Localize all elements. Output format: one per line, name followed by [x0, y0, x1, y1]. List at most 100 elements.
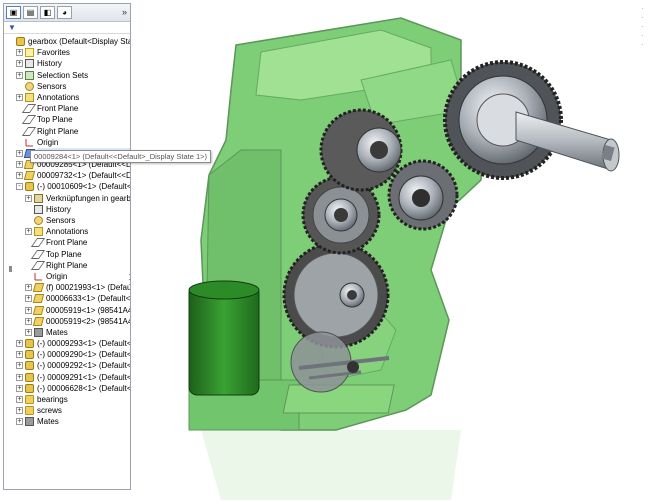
tree-item[interactable]: +00005919<1> (98541A410 — [4, 305, 130, 316]
tree-item-label: (f) 00021993<1> (Default< — [46, 283, 131, 293]
expand-toggle-icon[interactable]: + — [25, 317, 32, 325]
fav-icon — [25, 48, 34, 58]
configuration-manager-tab[interactable]: ◧ — [40, 6, 55, 19]
tree-item[interactable]: + (-) 00009290<1> (Default<Dis — [4, 349, 130, 360]
tree-item-label: (-) 00009291<1> (Default<Dis — [37, 372, 131, 382]
tree-item-label: gearbox (Default<Display State- — [28, 37, 131, 46]
tree-item[interactable]: + bearings — [4, 394, 130, 405]
tree-item[interactable]: + History — [4, 58, 130, 69]
tree-item-label: Right Plane — [46, 260, 88, 270]
expand-toggle-icon[interactable]: + — [16, 161, 23, 169]
collapse-toggle-icon[interactable]: - — [16, 183, 23, 191]
tree-item-label: Sensors — [46, 216, 76, 225]
tree-item[interactable]: Front Plane — [4, 237, 130, 248]
expand-toggle-icon[interactable]: + — [16, 384, 23, 392]
tree-item[interactable]: + (f) 00021993<1> (Default< — [4, 282, 130, 293]
tree-item[interactable]: + Annotations — [4, 92, 130, 103]
part-icon — [32, 316, 45, 326]
expand-toggle-icon[interactable]: + — [25, 306, 32, 314]
tree-item-label: History — [46, 204, 71, 214]
asm-icon — [25, 182, 34, 192]
plane-icon — [21, 115, 37, 125]
filter-icon[interactable]: ▼ — [8, 23, 16, 32]
origin-icon — [34, 272, 43, 281]
tree-item-label: bearings — [37, 395, 68, 404]
tree-item[interactable]: + Annotations — [4, 226, 130, 237]
tree-item[interactable]: Origin — [4, 137, 130, 148]
expand-toggle-icon[interactable]: + — [25, 194, 32, 202]
tree-item-label: Top Plane — [46, 249, 82, 259]
display-manager-tab[interactable]: ◕ — [57, 6, 72, 19]
filter-bar: ▼ — [4, 22, 130, 34]
tree-item[interactable]: Top Plane — [4, 249, 130, 260]
expand-toggle-icon[interactable]: + — [16, 362, 23, 370]
tree-item[interactable]: + (-) 00009292<1> (Default<Dis — [4, 360, 130, 371]
expand-toggle-icon[interactable]: + — [16, 71, 23, 79]
asm-icon — [25, 372, 34, 382]
tree-item[interactable]: +00009732<1> (Default<<Defa — [4, 170, 130, 181]
expand-toggle-icon[interactable]: + — [16, 373, 23, 381]
tree-item[interactable]: History — [4, 204, 130, 215]
tree-item[interactable]: Right Plane — [4, 260, 130, 271]
tree-item[interactable]: Top Plane — [4, 114, 130, 125]
tree-item[interactable]: +00006633<1> (Default<<D — [4, 293, 130, 304]
expand-toggle-icon[interactable]: + — [16, 172, 23, 180]
expand-toggle-icon[interactable]: + — [16, 396, 23, 403]
mates-icon — [25, 417, 34, 427]
expand-toggle-icon[interactable]: + — [16, 149, 23, 157]
hist-icon — [25, 59, 34, 69]
feature-manager-tab[interactable]: ▣ — [6, 6, 21, 19]
link-icon — [34, 193, 43, 203]
expand-toggle-icon[interactable]: + — [16, 340, 23, 348]
expand-toggle-icon[interactable]: + — [25, 284, 32, 292]
tree-item[interactable]: Right Plane — [4, 126, 130, 137]
tabbar-more-button[interactable]: » — [122, 7, 127, 17]
tree-item[interactable]: + Favorites — [4, 47, 130, 58]
graphics-area[interactable]: · · · · · — [131, 0, 660, 500]
asm-icon — [16, 37, 25, 46]
tree-item[interactable]: + Mates — [4, 416, 130, 427]
tree-item-label: Origin — [46, 271, 68, 281]
expand-toggle-icon[interactable]: + — [25, 228, 32, 236]
tree-item[interactable]: +00005919<2> (98541A410 — [4, 316, 130, 327]
tree-item[interactable]: + screws — [4, 405, 130, 416]
folder-icon — [25, 406, 34, 416]
tree-item[interactable]: - (-) 00010609<1> (Default<Dis — [4, 181, 130, 192]
tree-item[interactable]: + (-) 00009293<1> (Default<Dis — [4, 338, 130, 349]
expand-toggle-icon[interactable]: + — [16, 407, 23, 415]
part-icon — [32, 294, 45, 304]
tree-item[interactable]: + Verknüpfungen in gearbo — [4, 193, 130, 204]
expand-toggle-icon[interactable]: + — [25, 295, 32, 303]
expand-toggle-icon[interactable]: + — [16, 351, 23, 359]
tree-item[interactable]: Sensors — [4, 215, 130, 226]
plane-icon — [30, 260, 46, 270]
folder-icon — [25, 395, 34, 404]
tree-item[interactable]: + Selection Sets — [4, 70, 130, 81]
tree-item-label: Front Plane — [46, 238, 88, 248]
tree-item[interactable]: Front Plane — [4, 103, 130, 114]
plane-icon — [30, 238, 46, 248]
expand-toggle-icon[interactable]: + — [16, 418, 23, 426]
property-manager-tab[interactable]: ▤ — [23, 6, 38, 19]
expand-toggle-icon[interactable]: + — [16, 93, 23, 101]
tree-item[interactable]: Sensors — [4, 81, 130, 92]
tree-item[interactable]: + (-) 00009291<1> (Default<Dis — [4, 372, 130, 383]
tree-item[interactable]: gearbox (Default<Display State- — [4, 36, 130, 47]
expand-toggle-icon[interactable]: + — [16, 60, 23, 68]
tree-item[interactable]: Origin — [4, 271, 130, 282]
manager-tabbar: ▣ ▤ ◧ ◕ » — [4, 4, 130, 22]
tree-item-label: (-) 00009290<1> (Default<Dis — [37, 350, 131, 360]
expand-toggle-icon[interactable]: + — [16, 49, 23, 57]
large-gear — [282, 241, 390, 349]
tree-item-label: Verknüpfungen in gearbo — [46, 193, 131, 203]
drag-handle-icon[interactable] — [9, 266, 12, 272]
gearbox-model-view[interactable] — [131, 0, 660, 500]
tree-item[interactable]: + Mates — [4, 327, 130, 338]
tree-item-label: (-) 00006628<1> (Default<<De — [37, 383, 131, 393]
expand-toggle-icon[interactable]: + — [25, 328, 32, 336]
tree-item-label: 00006633<1> (Default<<D — [46, 294, 131, 304]
annot-icon — [25, 92, 34, 102]
tree-item[interactable]: + (-) 00006628<1> (Default<<De — [4, 383, 130, 394]
tree-item-label: 00005919<2> (98541A410 — [46, 316, 130, 326]
part-icon — [32, 305, 45, 315]
